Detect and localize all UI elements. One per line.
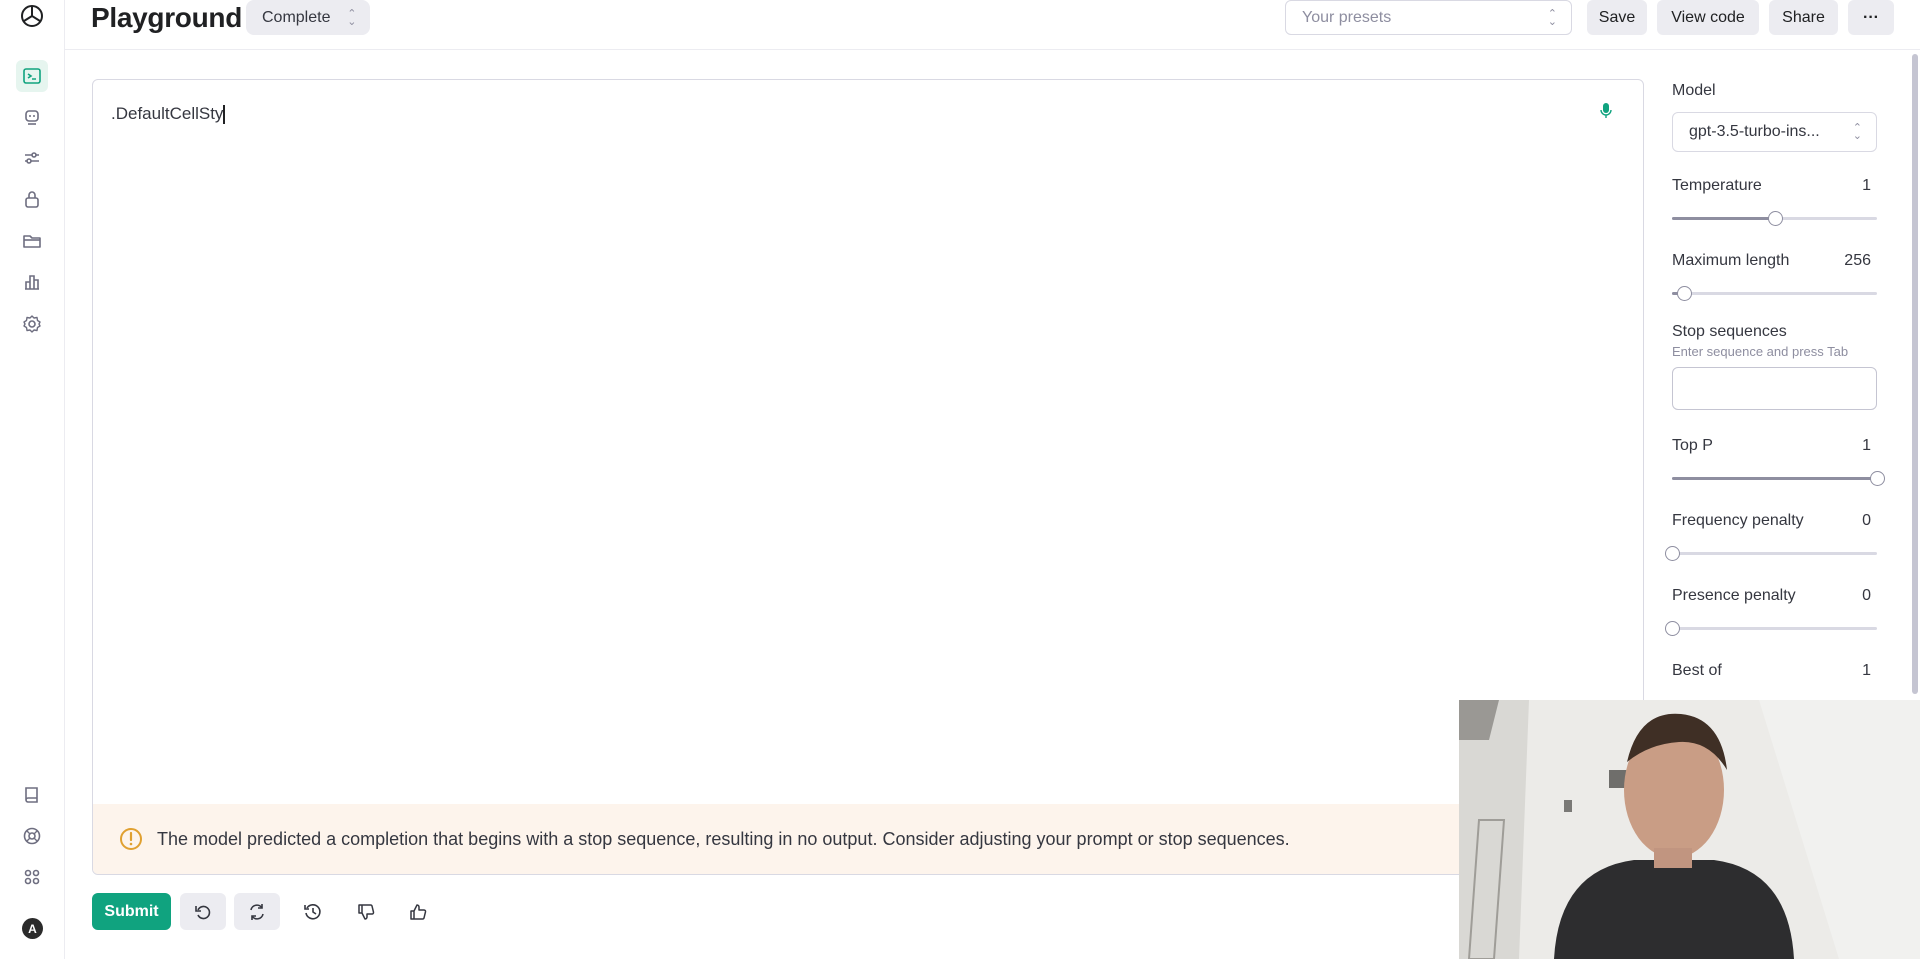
presets-select[interactable]: Your presets ⌃ ⌄ bbox=[1285, 0, 1572, 35]
sliders-icon[interactable] bbox=[16, 142, 48, 174]
left-nav-rail: A bbox=[0, 0, 65, 959]
save-button[interactable]: Save bbox=[1587, 0, 1647, 35]
prompt-text-container[interactable]: .DefaultCellSty bbox=[111, 104, 226, 125]
top-p-slider[interactable] bbox=[1672, 471, 1885, 486]
max-length-value[interactable]: 256 bbox=[1844, 252, 1871, 270]
scrollbar-thumb[interactable] bbox=[1912, 54, 1918, 694]
undo-button[interactable] bbox=[180, 893, 226, 930]
webcam-overlay bbox=[1459, 700, 1920, 959]
temperature-slider[interactable] bbox=[1672, 211, 1877, 226]
presence-penalty-slider[interactable] bbox=[1665, 621, 1877, 636]
usage-icon[interactable] bbox=[16, 266, 48, 298]
folder-icon[interactable] bbox=[16, 225, 48, 257]
text-cursor bbox=[223, 105, 226, 125]
model-label: Model bbox=[1672, 82, 1716, 99]
max-length-slider[interactable] bbox=[1672, 286, 1877, 301]
model-select-value: gpt-3.5-turbo-ins... bbox=[1689, 123, 1820, 140]
chevron-updown-icon: ⌃ ⌄ bbox=[1547, 7, 1557, 28]
help-icon[interactable] bbox=[16, 820, 48, 852]
frequency-penalty-slider[interactable] bbox=[1665, 546, 1877, 561]
frequency-penalty-label: Frequency penalty bbox=[1672, 512, 1804, 529]
presence-penalty-value[interactable]: 0 bbox=[1862, 587, 1871, 605]
warning-banner: The model predicted a completion that be… bbox=[93, 804, 1643, 874]
openai-logo-icon[interactable] bbox=[16, 0, 48, 32]
top-header: Playground Complete ⌃ ⌄ Your presets ⌃ ⌄ S… bbox=[65, 0, 1920, 50]
more-options-button[interactable]: ··· bbox=[1848, 0, 1894, 35]
regenerate-button[interactable] bbox=[234, 893, 280, 930]
stop-sequences-label: Stop sequences bbox=[1672, 323, 1787, 340]
top-p-value[interactable]: 1 bbox=[1862, 437, 1871, 455]
slider-thumb[interactable] bbox=[1677, 286, 1693, 301]
max-length-label: Maximum length bbox=[1672, 252, 1790, 269]
best-of-value[interactable]: 1 bbox=[1862, 662, 1871, 680]
stop-sequences-hint: Enter sequence and press Tab bbox=[1672, 344, 1849, 359]
slider-thumb[interactable] bbox=[1665, 546, 1680, 561]
webcam-person-image bbox=[1459, 700, 1920, 959]
settings-icon[interactable] bbox=[16, 308, 48, 340]
presets-placeholder: Your presets bbox=[1302, 8, 1392, 26]
warning-text: The model predicted a completion that be… bbox=[157, 828, 1290, 849]
page-title: Playground bbox=[91, 2, 243, 33]
temperature-label: Temperature bbox=[1672, 177, 1762, 194]
settings-panel: Model gpt-3.5-turbo-ins... ⌃ ⌄ Temperatur… bbox=[1644, 50, 1920, 700]
top-p-label: Top P bbox=[1672, 437, 1713, 454]
share-button[interactable]: Share bbox=[1769, 0, 1838, 35]
thumbs-up-icon bbox=[410, 903, 427, 920]
thumbs-down-button[interactable] bbox=[343, 893, 389, 930]
stop-sequences-input[interactable] bbox=[1672, 367, 1877, 410]
mode-select-value: Complete bbox=[262, 8, 331, 26]
undo-icon bbox=[195, 905, 211, 919]
terminal-icon[interactable] bbox=[16, 60, 48, 92]
avatar[interactable]: A bbox=[22, 918, 43, 939]
apps-icon[interactable] bbox=[16, 861, 48, 893]
assistant-icon[interactable] bbox=[16, 101, 48, 133]
slider-thumb[interactable] bbox=[1767, 211, 1783, 226]
microphone-icon[interactable] bbox=[1599, 102, 1613, 120]
slider-thumb[interactable] bbox=[1665, 621, 1680, 636]
model-select[interactable]: gpt-3.5-turbo-ins... ⌃ ⌄ bbox=[1672, 112, 1877, 152]
regenerate-icon bbox=[250, 903, 264, 920]
docs-icon[interactable] bbox=[16, 779, 48, 811]
chevron-updown-icon: ⌃ ⌄ bbox=[347, 7, 357, 28]
warning-icon bbox=[120, 828, 142, 850]
view-code-button[interactable]: View code bbox=[1657, 0, 1759, 35]
panel-scrollbar[interactable] bbox=[1910, 50, 1920, 700]
chevron-updown-icon: ⌃ ⌄ bbox=[1852, 122, 1862, 142]
thumbs-down-icon bbox=[358, 903, 375, 920]
temperature-value[interactable]: 1 bbox=[1862, 177, 1871, 195]
lock-icon[interactable] bbox=[16, 183, 48, 215]
history-button[interactable] bbox=[290, 893, 336, 930]
submit-button[interactable]: Submit bbox=[92, 893, 171, 930]
prompt-text: .DefaultCellSty bbox=[111, 104, 224, 123]
frequency-penalty-value[interactable]: 0 bbox=[1862, 512, 1871, 530]
slider-thumb[interactable] bbox=[1870, 471, 1885, 486]
presence-penalty-label: Presence penalty bbox=[1672, 587, 1796, 604]
thumbs-up-button[interactable] bbox=[395, 893, 441, 930]
prompt-editor[interactable]: .DefaultCellSty The model predicted a co… bbox=[92, 79, 1644, 875]
mode-select[interactable]: Complete ⌃ ⌄ bbox=[246, 0, 371, 35]
history-icon bbox=[304, 903, 321, 920]
best-of-label: Best of bbox=[1672, 662, 1722, 679]
